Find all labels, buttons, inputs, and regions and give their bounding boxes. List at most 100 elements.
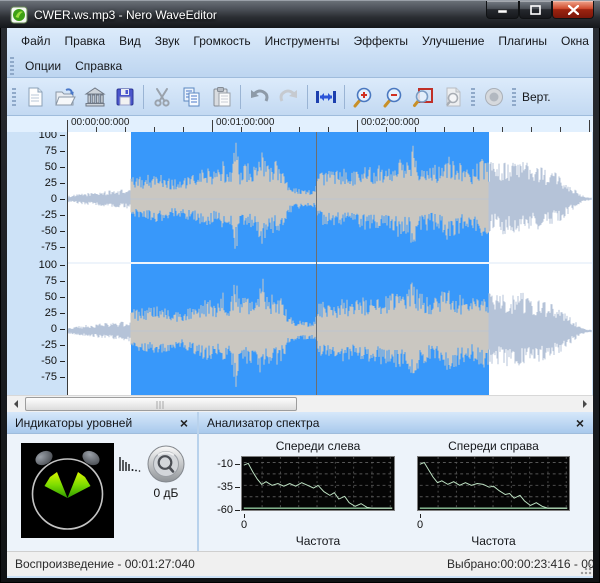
open-file-icon (54, 86, 76, 108)
menu-item-audio[interactable]: Звук (148, 29, 187, 53)
record-icon (483, 86, 505, 108)
spectrum-ytick--35: -35 (207, 481, 233, 493)
selection-status-text: Выбрано:00:00:23:416 - 00 (447, 557, 593, 571)
menu-item-view[interactable]: Вид (112, 29, 148, 53)
spectrum-ytick--10: -10 (207, 458, 233, 470)
zoom-in-button[interactable] (348, 83, 378, 111)
paste-button[interactable] (207, 83, 237, 111)
menu-item-plugins[interactable]: Плагины (491, 29, 554, 53)
amplitude-tick (60, 167, 65, 168)
menu-item-tools[interactable]: Инструменты (258, 29, 347, 53)
amplitude-tick (60, 199, 65, 200)
redo-icon (277, 86, 301, 108)
redo-button[interactable] (274, 83, 304, 111)
level-panel-close-icon[interactable]: × (171, 413, 197, 433)
undo-icon (247, 86, 271, 108)
title-bar[interactable]: CWER.ws.mp3 - Nero WaveEditor (0, 0, 600, 28)
waveform-canvas[interactable] (67, 132, 592, 395)
amplitude-tick-label: 75 (11, 145, 57, 157)
spectrum-chart-left (241, 456, 395, 511)
record-button[interactable] (479, 83, 509, 111)
amplitude-tick-label: 25 (11, 177, 57, 189)
spectrum-left-title: Спереди слева (241, 439, 395, 453)
menu-item-volume[interactable]: Громкость (186, 29, 257, 53)
scrollbar-grip (157, 401, 166, 409)
zoom-document-button[interactable] (438, 83, 468, 111)
status-bar: Воспроизведение - 00:01:27:040 Выбрано:0… (7, 551, 593, 576)
zoom-document-icon (442, 86, 464, 108)
level-panel-header[interactable]: Индикаторы уровней × (7, 412, 197, 434)
scrollbar-thumb[interactable] (25, 397, 297, 411)
menu-item-file[interactable]: Файл (14, 29, 58, 53)
copy-icon (181, 86, 203, 108)
amplitude-tick (60, 135, 65, 136)
resize-grip[interactable] (580, 563, 592, 575)
fit-to-window-button[interactable] (311, 83, 341, 111)
close-button[interactable] (552, 1, 594, 19)
toolbar-drag-grip2[interactable] (471, 88, 475, 106)
save-button[interactable] (110, 83, 140, 111)
copy-button[interactable] (177, 83, 207, 111)
zoom-selection-button[interactable] (408, 83, 438, 111)
amplitude-tick (60, 151, 65, 152)
menu-item-windows[interactable]: Окна (554, 29, 593, 53)
amplitude-tick-label: 0 (11, 193, 57, 205)
open-file-button[interactable] (50, 83, 80, 111)
menu-item-options[interactable]: Опции (18, 54, 68, 78)
amplitude-tick-label: 25 (11, 307, 57, 319)
level-meter-icon (119, 456, 143, 472)
time-ruler[interactable]: 00:00:00:00000:01:00:00000:02:00:0000 (7, 116, 593, 132)
amplitude-tick-label: 0 (11, 323, 57, 335)
level-panel-title: Индикаторы уровней (7, 416, 171, 430)
menu-item-effects[interactable]: Эффекты (346, 29, 415, 53)
level-knob-button[interactable] (146, 444, 186, 484)
waveform-display[interactable]: 1007550250-25-50-751007550250-25-50-75 (7, 132, 593, 395)
scroll-right-button[interactable] (576, 396, 593, 412)
spectrum-panel-header[interactable]: Анализатор спектра × (199, 412, 593, 434)
amplitude-tick-label: -75 (11, 371, 57, 383)
amplitude-tick (60, 247, 65, 248)
amplitude-tick (60, 183, 65, 184)
new-document-button[interactable] (20, 83, 50, 111)
amplitude-tick (60, 345, 65, 346)
cut-button[interactable] (147, 83, 177, 111)
undo-button[interactable] (244, 83, 274, 111)
amplitude-tick-label: 100 (11, 132, 57, 141)
amplitude-tick (60, 329, 65, 330)
new-document-icon (24, 86, 46, 108)
spectrum-panel-close-icon[interactable]: × (567, 413, 593, 433)
paste-icon (211, 86, 233, 108)
horizontal-scrollbar[interactable] (7, 395, 593, 412)
bottom-dock: Индикаторы уровней × (7, 412, 593, 551)
menu-item-help[interactable]: Справка (68, 54, 129, 78)
channel-divider (68, 262, 592, 264)
amplitude-tick (60, 377, 65, 378)
nero-waveeditor-window: CWER.ws.mp3 - Nero WaveEditor Файл Правк… (0, 0, 600, 583)
fit-to-window-icon (314, 86, 338, 108)
maximize-icon (530, 5, 541, 15)
playhead-cursor (316, 132, 317, 395)
channel-waveform (68, 264, 592, 395)
app-icon (10, 6, 28, 24)
ruler-time-label: 00:00:00:000 (71, 117, 129, 128)
amplitude-tick-label: 75 (11, 275, 57, 287)
zoom-out-button[interactable] (378, 83, 408, 111)
toolbar-drag-grip3[interactable] (512, 88, 516, 106)
toolbar: Верт. (7, 78, 593, 116)
vertical-zoom-label[interactable]: Верт. (522, 90, 551, 104)
scroll-right-icon (582, 400, 588, 408)
amplitude-tick-label: 50 (11, 291, 57, 303)
menu-item-enhancement[interactable]: Улучшение (415, 29, 491, 53)
scroll-left-button[interactable] (7, 396, 24, 412)
waveform-view: 00:00:00:00000:01:00:00000:02:00:0000 10… (7, 116, 593, 412)
menu-drag-grip2[interactable] (10, 57, 14, 75)
db-value-label: 0 дБ (141, 486, 191, 500)
spectrum-right-xlabel: Частота (417, 534, 570, 548)
minimize-button[interactable] (486, 1, 519, 19)
playback-status-text: Воспроизведение - 00:01:27:040 (15, 557, 195, 571)
maximize-button[interactable] (519, 1, 552, 19)
menu-item-edit[interactable]: Правка (58, 29, 113, 53)
ruler-major-tick (357, 120, 358, 132)
audio-library-button[interactable] (80, 83, 110, 111)
toolbar-drag-grip[interactable] (12, 88, 16, 106)
